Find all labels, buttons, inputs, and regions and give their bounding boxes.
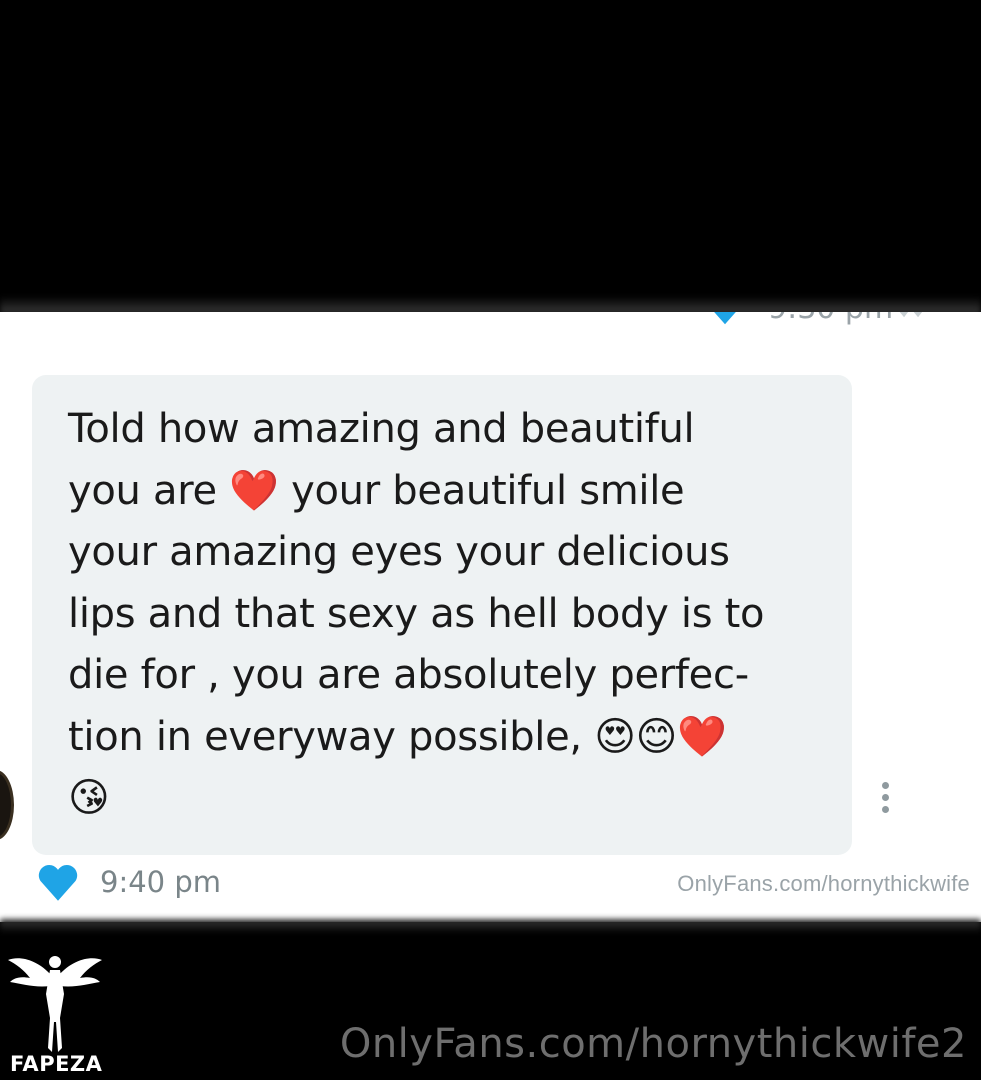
avatar[interactable]: [0, 770, 14, 840]
source-url: OnlyFans.com/hornythickwife: [677, 871, 970, 896]
heart-icon: [714, 312, 736, 325]
previous-message-time: 9:30 pm: [768, 312, 893, 328]
message-time: 9:40 pm: [100, 865, 221, 899]
panel-bottom-shadow: [0, 919, 981, 933]
chat-panel: 9:30 pm Told how amazing and beautiful y…: [0, 312, 981, 922]
top-black-area: [0, 0, 981, 312]
watermark-url: OnlyFans.com/hornythickwife2: [339, 1021, 967, 1067]
message-text: Told how amazing and beautiful you are ❤…: [68, 406, 765, 821]
heart-icon[interactable]: [36, 860, 80, 904]
message-bubble[interactable]: Told how amazing and beautiful you are ❤…: [32, 375, 852, 855]
double-check-icon: [899, 312, 923, 318]
more-vertical-icon[interactable]: [878, 782, 892, 820]
watermark-logo-text: FAPEZA: [10, 1052, 103, 1076]
